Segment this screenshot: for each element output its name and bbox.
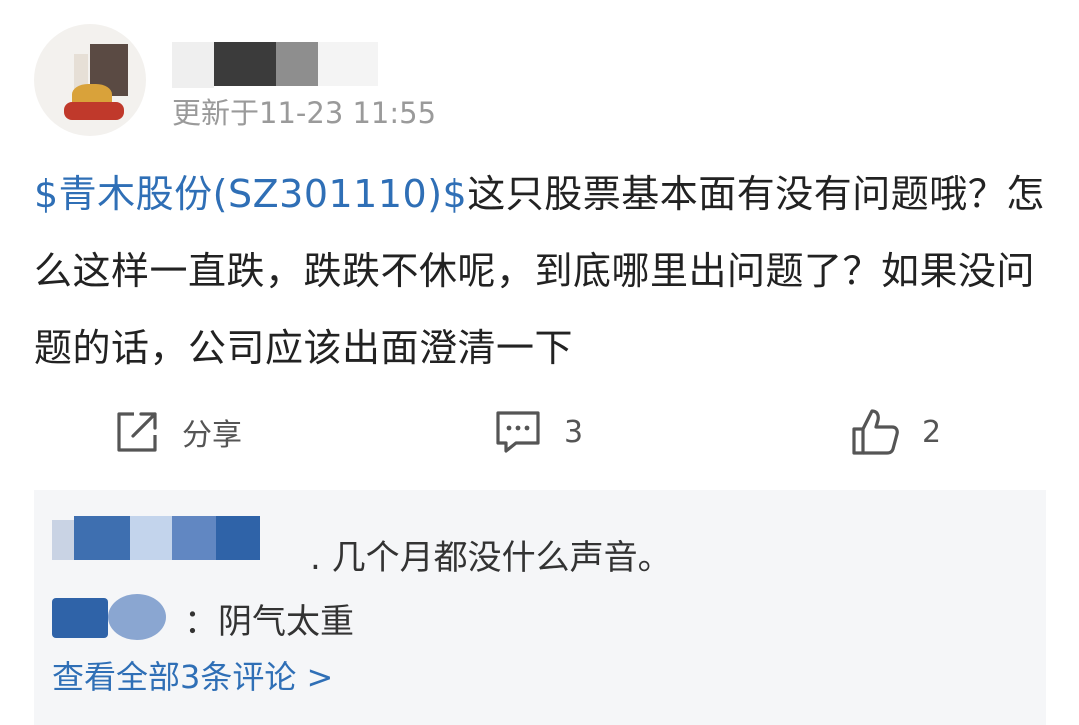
redaction-block: [214, 42, 276, 86]
commenter-name-redacted: [108, 594, 166, 640]
post-content: $青木股份(SZ301110)$这只股票基本面有没有问题哦？怎么这样一直跌，跌跌…: [34, 156, 1046, 387]
like-count: 2: [922, 414, 942, 450]
redaction-block: [318, 42, 378, 86]
stock-tag-link[interactable]: $青木股份(SZ301110)$: [34, 172, 467, 216]
comment-button[interactable]: 3: [494, 404, 583, 460]
avatar[interactable]: [34, 24, 146, 136]
share-label: 分享: [182, 418, 242, 453]
view-all-comments-link[interactable]: 查看全部3条评论 >: [52, 652, 333, 698]
redaction-block: [172, 42, 214, 88]
commenter-name-redacted: [172, 516, 216, 560]
avatar-blur: [64, 102, 124, 120]
commenter-name-redacted: [74, 516, 130, 560]
comment-text: ：阴气太重: [184, 602, 354, 642]
comment-count: 3: [564, 414, 584, 450]
share-icon: [114, 409, 160, 455]
action-bar: 分享 3 2: [0, 404, 1079, 460]
commenter-name-redacted: [216, 516, 260, 560]
commenter-name-redacted: [130, 516, 172, 560]
redaction-block: [276, 42, 318, 86]
comments-preview: . 几个月都没什么声音。 ：阴气太重 查看全部3条评论 >: [34, 490, 1046, 725]
updated-time: 更新于11-23 11:55: [172, 96, 437, 130]
like-button[interactable]: 2: [850, 404, 941, 460]
username-redacted[interactable]: [172, 42, 392, 88]
commenter-name-redacted: [52, 598, 108, 638]
share-button[interactable]: 分享: [114, 404, 242, 460]
like-icon: [850, 407, 900, 457]
comment-icon: [494, 409, 542, 455]
comment-text: . 几个月都没什么声音。: [310, 538, 672, 578]
